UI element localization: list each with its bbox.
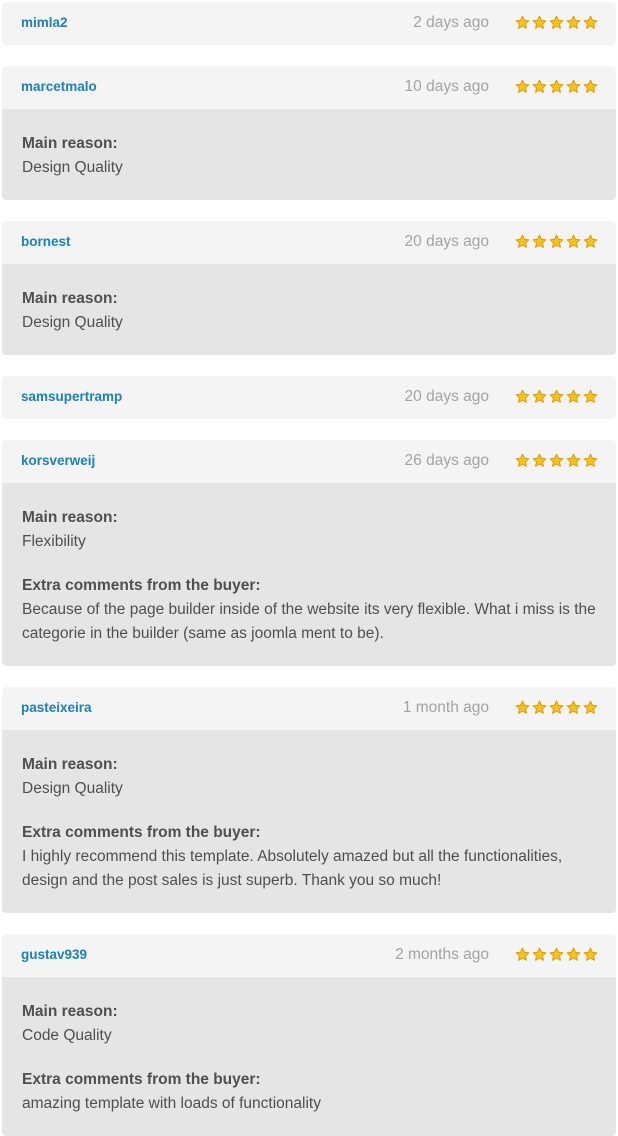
reviews-list: mimla2 2 days ago marcetmalo 10 days ago… [0,0,618,1136]
star-filled-icon [515,15,530,29]
star-filled-icon [532,389,547,403]
star-filled-icon [566,234,581,248]
review-card: samsupertramp 20 days ago [2,376,616,419]
star-rating [515,79,598,94]
star-filled-icon [583,15,598,29]
username-link[interactable]: samsupertramp [21,389,122,404]
review-date: 1 month ago [402,699,489,716]
review-body: Main reason: Design Quality Extra commen… [2,730,616,913]
star-filled-icon [515,79,530,93]
star-rating [515,947,598,962]
main-reason-value: Design Quality [22,314,123,331]
star-filled-icon [583,700,598,714]
review-card: bornest 20 days ago Main reason: Design … [2,221,616,355]
star-filled-icon [549,15,564,29]
extra-comments-label: Extra comments from the buyer: [22,1071,261,1088]
main-reason-label: Main reason: [22,135,118,152]
extra-comments: Extra comments from the buyer: amazing t… [22,1068,596,1116]
star-filled-icon [566,947,581,961]
star-filled-icon [583,79,598,93]
star-filled-icon [515,234,530,248]
star-rating [515,234,598,249]
review-date: 2 days ago [413,14,489,31]
review-date: 2 months ago [395,946,489,963]
star-filled-icon [566,453,581,467]
star-filled-icon [532,15,547,29]
extra-comments: Extra comments from the buyer: I highly … [22,821,596,893]
star-filled-icon [583,389,598,403]
extra-comments: Extra comments from the buyer: Because o… [22,574,596,646]
star-filled-icon [515,389,530,403]
star-filled-icon [532,234,547,248]
review-body: Main reason: Design Quality [2,109,616,200]
star-rating [515,389,598,404]
review-date: 10 days ago [404,78,489,95]
main-reason-label: Main reason: [22,756,118,773]
star-rating [515,15,598,30]
review-header: mimla2 2 days ago [2,2,616,45]
review-date: 26 days ago [404,452,489,469]
star-filled-icon [566,700,581,714]
review-date: 20 days ago [404,233,489,250]
star-filled-icon [549,700,564,714]
review-card: pasteixeira 1 month ago Main reason: Des… [2,687,616,913]
extra-comments-text: amazing template with loads of functiona… [22,1095,321,1112]
star-filled-icon [549,389,564,403]
review-header: bornest 20 days ago [2,221,616,264]
username-link[interactable]: korsverweij [21,453,95,468]
star-filled-icon [566,15,581,29]
review-date: 20 days ago [404,388,489,405]
username-link[interactable]: gustav939 [21,947,87,962]
review-card: marcetmalo 10 days ago Main reason: Desi… [2,66,616,200]
review-header: pasteixeira 1 month ago [2,687,616,730]
review-header: marcetmalo 10 days ago [2,66,616,109]
review-header: korsverweij 26 days ago [2,440,616,483]
main-reason-value: Design Quality [22,780,123,797]
star-filled-icon [515,453,530,467]
star-filled-icon [583,234,598,248]
username-link[interactable]: mimla2 [21,15,68,30]
star-rating [515,700,598,715]
star-filled-icon [549,79,564,93]
main-reason-label: Main reason: [22,509,118,526]
main-reason-value: Design Quality [22,159,123,176]
star-filled-icon [549,453,564,467]
main-reason-value: Flexibility [22,533,86,550]
star-filled-icon [532,700,547,714]
star-filled-icon [532,947,547,961]
star-filled-icon [566,79,581,93]
review-body: Main reason: Design Quality [2,264,616,355]
extra-comments-label: Extra comments from the buyer: [22,824,261,841]
review-card: mimla2 2 days ago [2,2,616,45]
star-filled-icon [583,453,598,467]
star-filled-icon [532,453,547,467]
star-filled-icon [549,234,564,248]
star-filled-icon [515,700,530,714]
review-body: Main reason: Code Quality Extra comments… [2,977,616,1136]
username-link[interactable]: bornest [21,234,71,249]
review-card: korsverweij 26 days ago Main reason: Fle… [2,440,616,666]
extra-comments-text: Because of the page builder inside of th… [22,601,596,642]
review-body: Main reason: Flexibility Extra comments … [2,483,616,666]
star-filled-icon [532,79,547,93]
main-reason-label: Main reason: [22,290,118,307]
star-rating [515,453,598,468]
review-card: gustav939 2 months ago Main reason: Code… [2,934,616,1136]
review-header: gustav939 2 months ago [2,934,616,977]
username-link[interactable]: marcetmalo [21,79,97,94]
main-reason-value: Code Quality [22,1027,112,1044]
star-filled-icon [549,947,564,961]
extra-comments-text: I highly recommend this template. Absolu… [22,848,563,889]
main-reason-label: Main reason: [22,1003,118,1020]
username-link[interactable]: pasteixeira [21,700,92,715]
star-filled-icon [515,947,530,961]
extra-comments-label: Extra comments from the buyer: [22,577,261,594]
review-header: samsupertramp 20 days ago [2,376,616,419]
star-filled-icon [583,947,598,961]
star-filled-icon [566,389,581,403]
